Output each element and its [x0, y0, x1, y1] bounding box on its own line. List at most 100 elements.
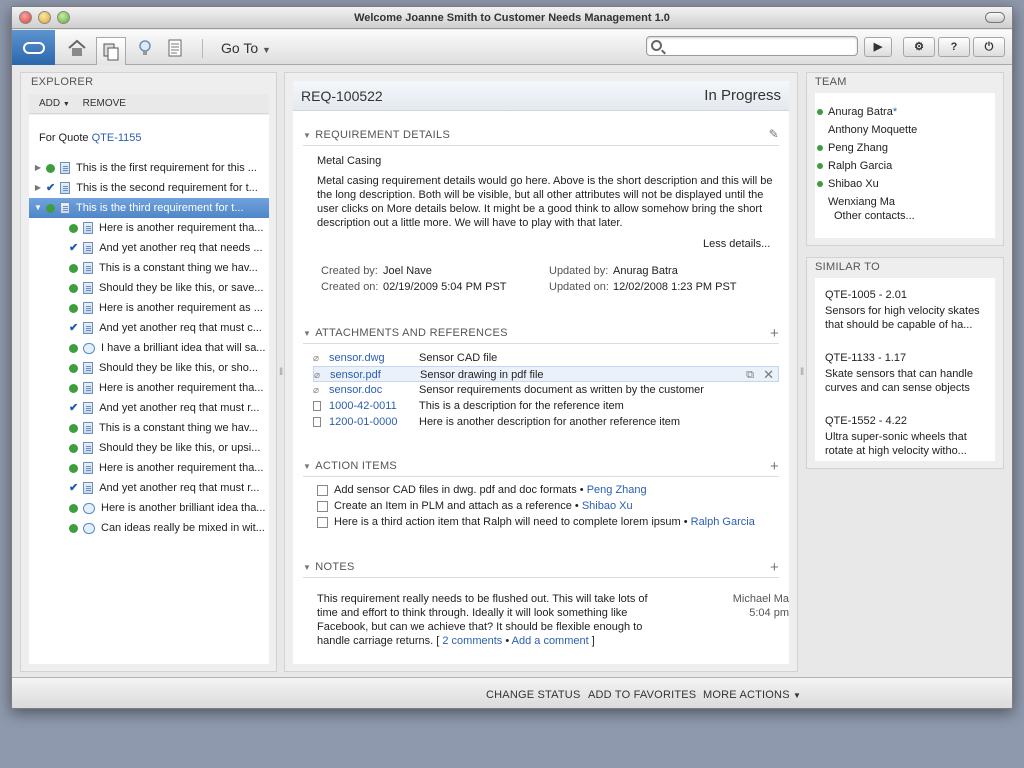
created-by-label: Created by: — [321, 265, 378, 277]
add-attachment-button[interactable]: + — [770, 325, 779, 342]
triangle-right-icon[interactable]: ▶ — [33, 158, 43, 178]
toolbar-toggle-button[interactable] — [985, 12, 1005, 23]
similar-id[interactable]: QTE-1133 - 1.17 — [825, 351, 983, 365]
attachment-row[interactable]: ⌀ sensor.doc Sensor requirements document … — [313, 382, 779, 398]
toolbar-separator — [202, 39, 203, 58]
similar-item[interactable]: QTE-1005 - 2.01 Sensors for high velocity… — [825, 288, 983, 332]
add-note-button[interactable]: + — [770, 559, 779, 576]
quote-link[interactable]: QTE-1155 — [92, 132, 142, 144]
add-comment-link[interactable]: Add a comment — [512, 635, 589, 647]
tree-item[interactable]: Here is another brilliant idea tha... — [29, 498, 269, 518]
documents-icon[interactable] — [96, 37, 126, 65]
action-assignee[interactable]: Peng Zhang — [587, 484, 647, 496]
attachment-name[interactable]: sensor.doc — [329, 382, 419, 398]
document-icon — [60, 182, 71, 195]
attachment-row[interactable]: ⌀ sensor.pdf Sensor drawing in pdf file ⧉ ✕ — [313, 366, 779, 382]
attachment-name[interactable]: 1000-42-0011 — [329, 398, 419, 414]
tree-item[interactable]: Here is another requirement tha... — [29, 218, 269, 238]
tree-item[interactable]: ✔ And yet another req that must r... — [29, 398, 269, 418]
view-icon[interactable]: ⧉ — [746, 367, 754, 383]
note-close-bracket: ] — [588, 635, 595, 647]
tree-item-label: I have a brilliant idea that will sa... — [101, 342, 266, 354]
action-items-header[interactable]: ▼ ACTION ITEMS + — [303, 458, 779, 477]
status-dot-icon — [69, 363, 78, 373]
tree-item[interactable]: I have a brilliant idea that will sa... — [29, 338, 269, 358]
attachment-row[interactable]: 1200-01-0000 Here is another description … — [313, 414, 779, 430]
tree-item[interactable]: This is a constant thing we hav... — [29, 418, 269, 438]
tree-item[interactable]: This is a constant thing we hav... — [29, 258, 269, 278]
tree-item[interactable]: Should they be like this, or save... — [29, 278, 269, 298]
attachment-name[interactable]: sensor.pdf — [330, 367, 420, 383]
attachment-name[interactable]: 1200-01-0000 — [329, 414, 419, 430]
team-member[interactable]: Peng Zhang — [817, 139, 888, 157]
tree-item[interactable]: ▼ This is the third requirement for t... — [29, 198, 269, 218]
splitter-handle-left[interactable]: ‖ — [279, 367, 283, 378]
similar-item[interactable]: QTE-1133 - 1.17 Skate sensors that can ha… — [825, 351, 983, 395]
help-button[interactable]: ? — [938, 37, 970, 57]
team-member[interactable]: Shibao Xu — [817, 175, 879, 193]
less-details-link[interactable]: Less details... — [703, 237, 770, 251]
other-contacts-link[interactable]: Other contacts... — [834, 207, 915, 225]
list-icon[interactable] — [164, 37, 186, 59]
zoom-window-button[interactable] — [57, 11, 70, 24]
remove-button[interactable]: REMOVE — [83, 98, 126, 109]
tree-item-label: This is the third requirement for t... — [76, 202, 244, 214]
action-assignee[interactable]: Ralph Garcia — [691, 516, 755, 528]
close-icon[interactable]: ✕ — [763, 367, 774, 383]
minimize-window-button[interactable] — [38, 11, 51, 24]
tree-item[interactable]: Here is another requirement as ... — [29, 298, 269, 318]
section-title: NOTES — [315, 561, 355, 573]
oracle-logo-icon[interactable] — [12, 30, 55, 65]
triangle-down-icon[interactable]: ▼ — [33, 198, 43, 218]
settings-button[interactable]: ⚙ — [903, 37, 935, 57]
action-checkbox[interactable] — [317, 484, 328, 496]
similar-id[interactable]: QTE-1005 - 2.01 — [825, 288, 983, 302]
action-checkbox[interactable] — [317, 500, 328, 512]
tree-item[interactable]: Can ideas really be mixed in wit... — [29, 518, 269, 538]
triangle-right-icon[interactable]: ▶ — [33, 178, 43, 198]
search-input[interactable] — [667, 38, 852, 54]
more-actions-button[interactable]: MORE ACTIONS ▼ — [703, 689, 801, 701]
similar-id[interactable]: QTE-1552 - 4.22 — [825, 414, 983, 428]
attachment-row[interactable]: 1000-42-0011 This is a description for th… — [313, 398, 779, 414]
team-member[interactable]: Anthony Moquette — [817, 121, 917, 139]
tree-item[interactable]: ✔ And yet another req that must c... — [29, 318, 269, 338]
pencil-icon[interactable]: ✎ — [769, 127, 779, 141]
tree-item[interactable]: Should they be like this, or sho... — [29, 358, 269, 378]
status-dot-icon — [69, 523, 78, 533]
action-text: Create an Item in PLM and attach as a re… — [334, 500, 582, 512]
action-assignee[interactable]: Shibao Xu — [582, 500, 633, 512]
requirement-details-header[interactable]: ▼ REQUIREMENT DETAILS ✎ — [303, 127, 779, 146]
attachment-name[interactable]: sensor.dwg — [329, 350, 419, 366]
section-title: REQUIREMENT DETAILS — [315, 129, 451, 141]
tree-item[interactable]: ▶ ✔ This is the second requirement for t..… — [29, 178, 269, 198]
goto-menu[interactable]: Go To ▼ — [221, 40, 271, 56]
home-icon[interactable] — [66, 37, 88, 59]
comments-link[interactable]: 2 comments — [442, 635, 502, 647]
idea-icon[interactable] — [134, 37, 156, 59]
attachments-header[interactable]: ▼ ATTACHMENTS AND REFERENCES + — [303, 325, 779, 344]
close-window-button[interactable] — [19, 11, 32, 24]
team-member[interactable]: Ralph Garcia — [817, 157, 892, 175]
action-checkbox[interactable] — [317, 516, 328, 528]
notes-header[interactable]: ▼ NOTES + — [303, 559, 779, 578]
tree-item[interactable]: ✔ And yet another req that needs ... — [29, 238, 269, 258]
splitter-handle-right[interactable]: ‖ — [800, 367, 804, 378]
go-button[interactable]: ▶ — [864, 37, 892, 57]
tree-item[interactable]: ▶ This is the first requirement for this … — [29, 158, 269, 178]
attachment-row[interactable]: ⌀ sensor.dwg Sensor CAD file — [313, 350, 779, 366]
tree-item[interactable]: Should they be like this, or upsi... — [29, 438, 269, 458]
team-member[interactable]: Anurag Batra* — [817, 103, 897, 121]
add-to-favorites-button[interactable]: ADD TO FAVORITES — [588, 689, 696, 701]
status-dot-icon — [69, 303, 78, 313]
tree-item[interactable]: Here is another requirement tha... — [29, 458, 269, 478]
logout-button[interactable]: ⏻ — [973, 37, 1005, 57]
tree-item[interactable]: Here is another requirement tha... — [29, 378, 269, 398]
similar-item[interactable]: QTE-1552 - 4.22 Ultra super-sonic wheels … — [825, 414, 983, 458]
add-button[interactable]: ADD ▼ — [39, 98, 70, 109]
change-status-button[interactable]: CHANGE STATUS — [486, 689, 580, 701]
action-text: Add sensor CAD files in dwg. pdf and doc… — [334, 484, 587, 496]
add-action-button[interactable]: + — [770, 458, 779, 475]
action-item: Here is a third action item that Ralph w… — [317, 515, 755, 529]
tree-item[interactable]: ✔ And yet another req that must r... — [29, 478, 269, 498]
